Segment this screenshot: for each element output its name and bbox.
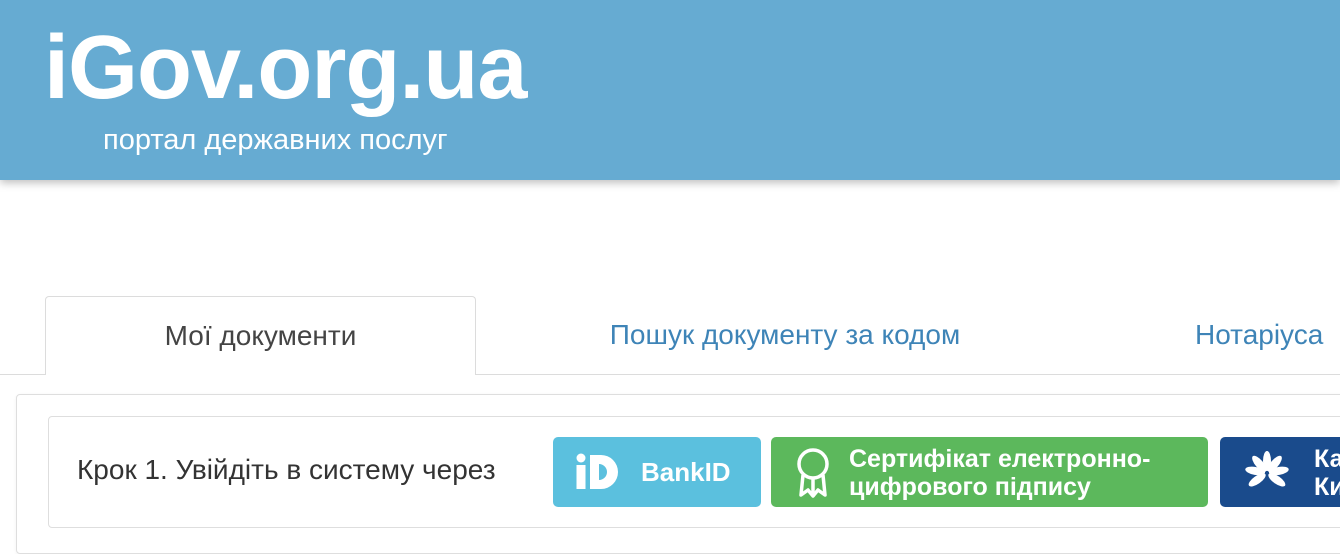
- certificate-login-button[interactable]: Сертифікат електронно- цифрового підпису: [771, 437, 1208, 507]
- site-header: iGov.org.ua портал державних послуг: [0, 0, 1340, 180]
- bankid-logo-icon: [575, 453, 623, 496]
- site-logo[interactable]: iGov.org.ua: [44, 18, 527, 118]
- bankid-login-button[interactable]: BankID: [553, 437, 761, 507]
- bankid-label: BankID: [641, 457, 731, 487]
- tab-search-document-by-code[interactable]: Пошук документу за кодом: [560, 296, 1010, 374]
- login-step-label: Крок 1. Увійдіть в систему через: [77, 454, 496, 485]
- kyiv-card-login-button[interactable]: Ка Ки: [1220, 437, 1340, 507]
- award-ribbon-icon: [795, 447, 831, 504]
- site-subtitle: портал державних послуг: [103, 124, 448, 156]
- tab-my-documents[interactable]: Мої документи: [45, 296, 476, 375]
- certificate-label-line2: цифрового підпису: [849, 473, 1091, 501]
- chestnut-leaf-icon: [1242, 451, 1292, 500]
- kyiv-card-label-line2: Ки: [1314, 473, 1340, 501]
- kyiv-card-label: Ка Ки: [1314, 445, 1340, 501]
- certificate-label: Сертифікат електронно- цифрового підпису: [849, 445, 1150, 501]
- certificate-label-line1: Сертифікат електронно-: [849, 445, 1151, 473]
- tab-notary[interactable]: Нотаріуса: [1195, 296, 1340, 374]
- kyiv-card-label-line1: Ка: [1314, 445, 1340, 473]
